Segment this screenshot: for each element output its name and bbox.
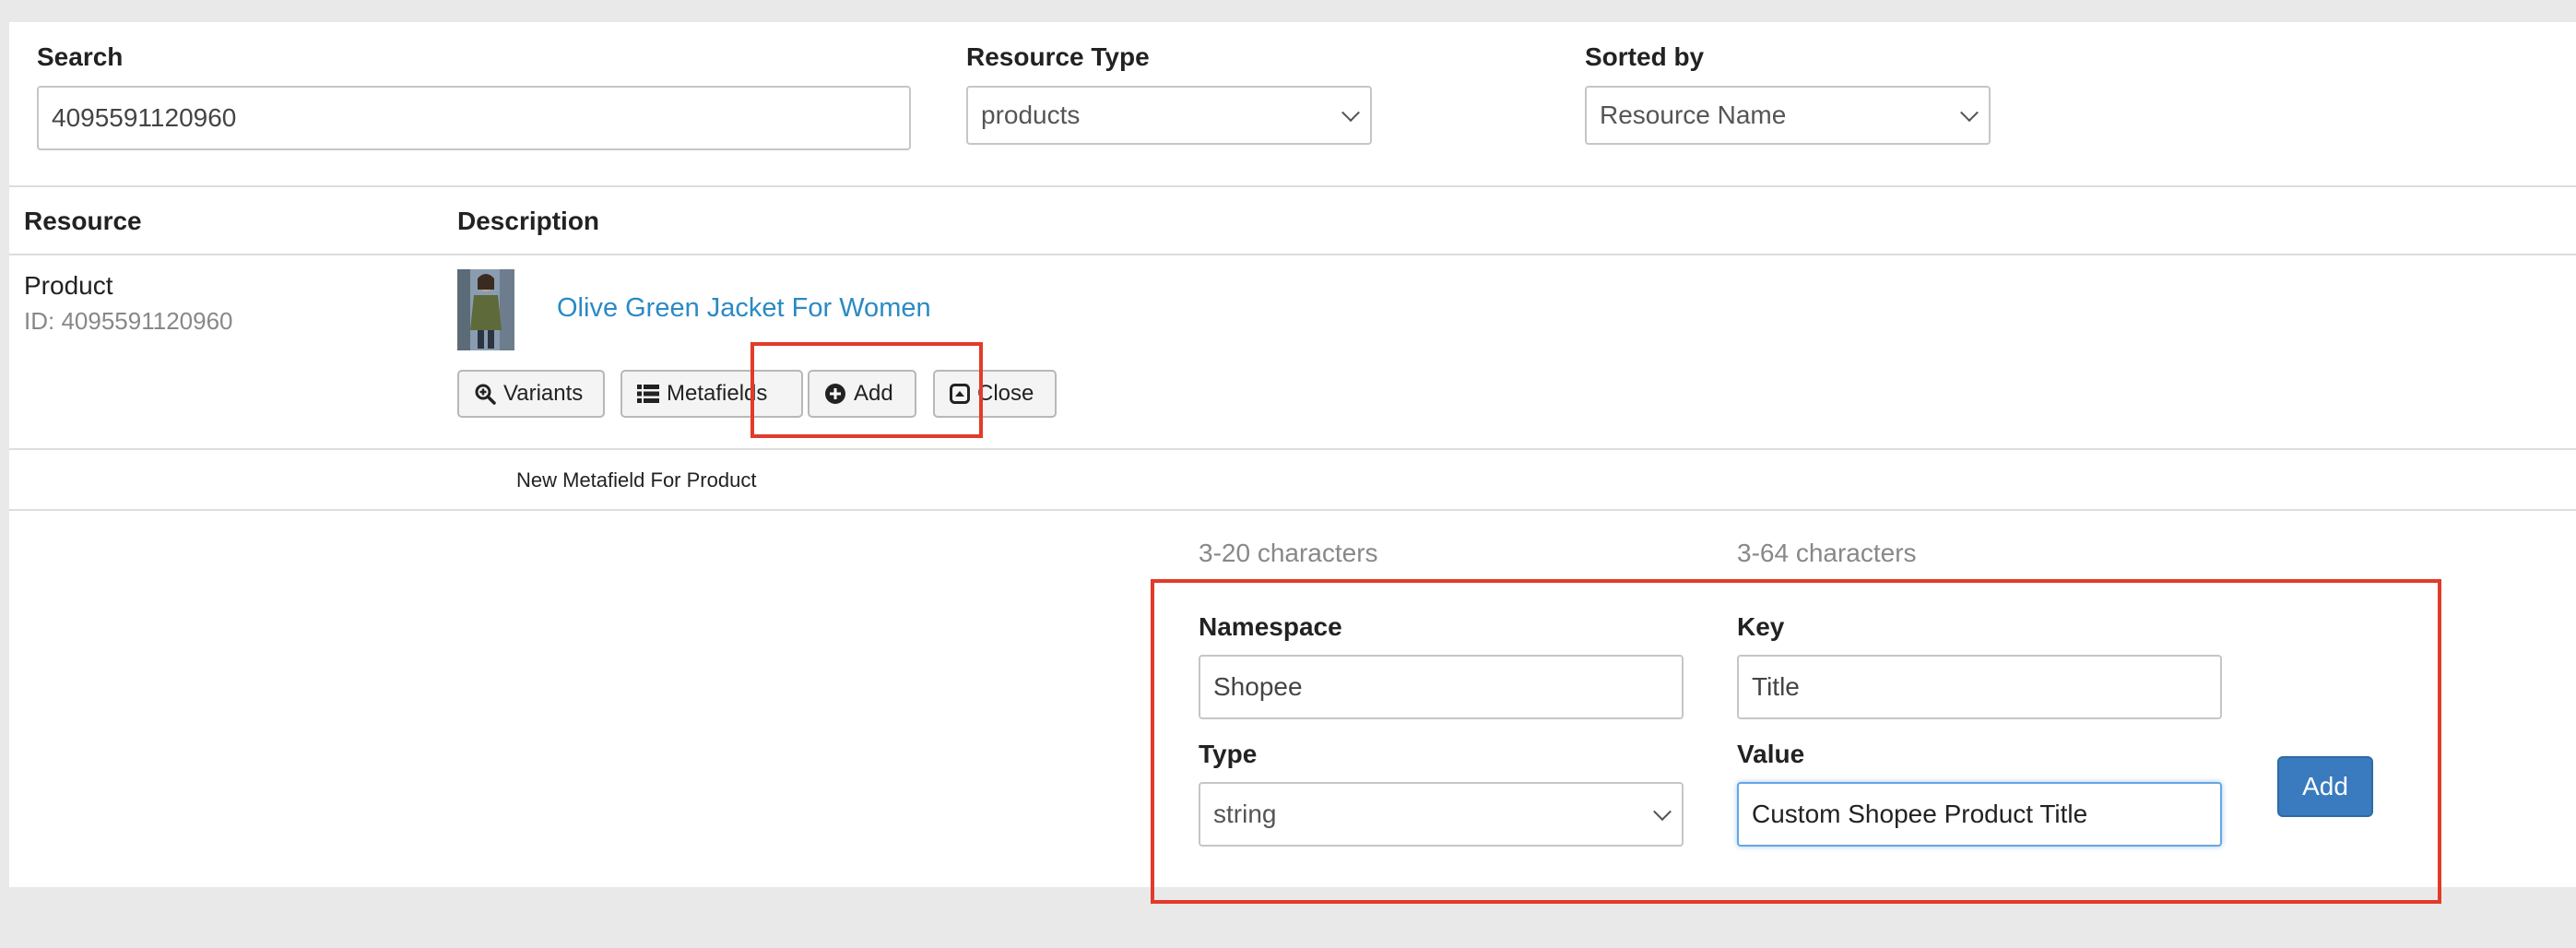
highlight-add-button [750,342,983,438]
key-hint: 3-64 characters [1737,539,1917,567]
magnifier-plus-icon [475,384,496,405]
variants-button-label: Variants [503,381,584,406]
new-metafield-heading: New Metafield For Product [516,468,757,492]
list-icon [637,385,659,403]
column-header-description: Description [457,207,600,235]
resource-type-text: Product [24,271,113,300]
sorted-by-label: Sorted by [1585,42,1705,71]
variants-button[interactable]: Variants [457,370,605,418]
divider [9,185,2576,187]
divider [9,448,2576,450]
product-image-icon [457,269,514,350]
highlight-metafield-form [1151,579,2441,904]
chevron-down-icon [1341,103,1360,123]
chevron-down-icon [1960,103,1979,123]
resource-type-value: products [981,101,1081,129]
product-title-link[interactable]: Olive Green Jacket For Women [557,293,931,324]
divider [9,509,2576,511]
search-label: Search [37,42,124,71]
resource-type-select[interactable]: products [966,86,1372,145]
column-header-resource: Resource [24,207,142,235]
sorted-by-value: Resource Name [1600,101,1787,129]
resource-id-text: ID: 4095591120960 [24,307,233,335]
sorted-by-select[interactable]: Resource Name [1585,86,1991,145]
search-input-value: 4095591120960 [52,103,237,132]
resource-type-label: Resource Type [966,42,1150,71]
divider [9,254,2576,255]
namespace-hint: 3-20 characters [1199,539,1378,567]
search-input[interactable]: 4095591120960 [37,86,911,150]
product-thumbnail[interactable] [457,269,514,350]
close-button-label: Close [977,381,1034,406]
